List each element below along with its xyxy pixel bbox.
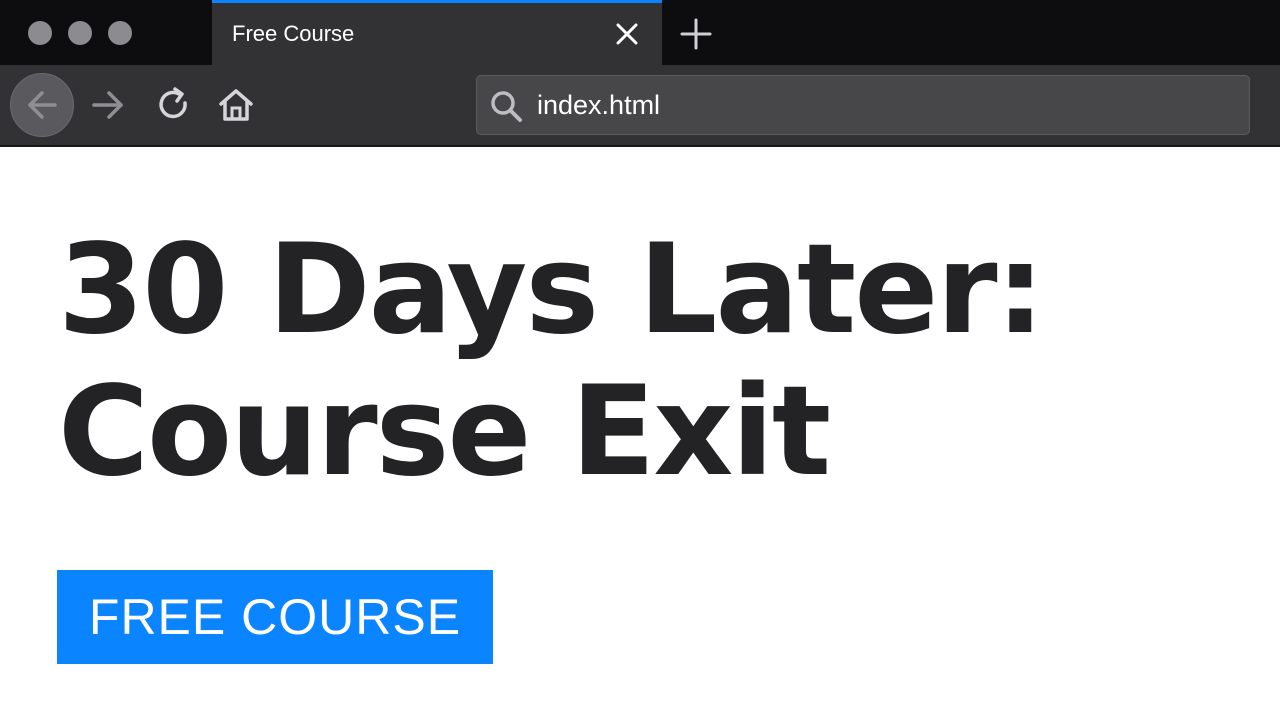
window-zoom-button[interactable] [108,21,132,45]
tab-free-course[interactable]: Free Course [212,0,662,65]
arrow-left-icon [28,91,57,119]
reload-button[interactable] [141,73,205,137]
search-icon [489,89,523,123]
page-heading-line-2: Course Exit [58,360,831,504]
page-heading-line-1: 30 Days Later: [58,218,1045,362]
plus-icon[interactable] [678,16,714,52]
free-course-button[interactable]: FREE COURSE [57,570,493,664]
window-minimize-button[interactable] [68,21,92,45]
page-heading: 30 Days Later: Course Exit [58,218,1045,504]
home-button[interactable] [204,73,268,137]
address-bar[interactable]: index.html [476,75,1250,135]
navigation-toolbar: index.html [0,65,1280,147]
back-button[interactable] [10,73,74,137]
close-icon[interactable] [612,19,642,49]
address-bar-url[interactable]: index.html [537,90,660,121]
tab-title: Free Course [232,21,355,46]
arrow-right-icon [92,91,123,119]
reload-icon [159,87,187,119]
page-content: 30 Days Later: Course Exit FREE COURSE [0,147,1280,720]
forward-button[interactable] [76,73,140,137]
window-close-button[interactable] [28,21,52,45]
home-icon [219,89,253,121]
tab-bar: Free Course [0,0,1280,65]
